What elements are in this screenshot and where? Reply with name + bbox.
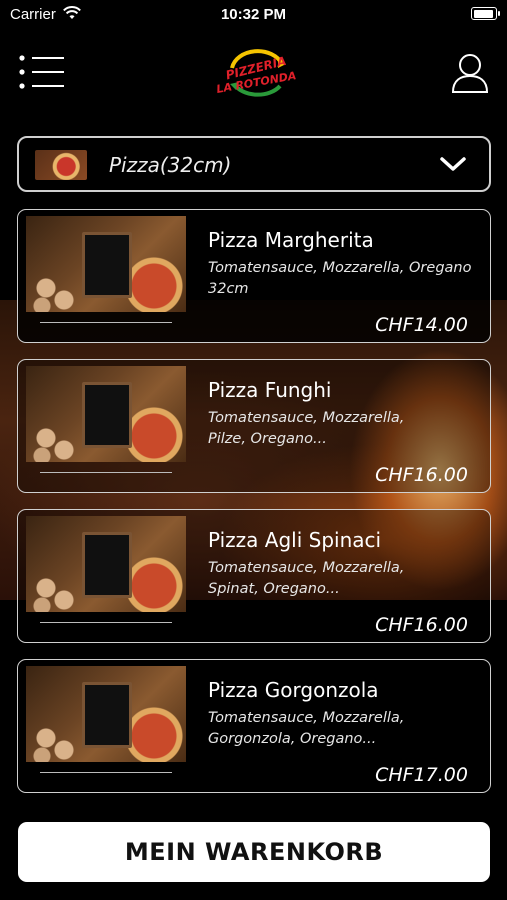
category-thumbnail xyxy=(35,150,87,180)
thumbnail-logo xyxy=(90,404,125,426)
menu-item-card[interactable]: Pizza Agli Spinaci Tomatensauce, Mozzare… xyxy=(17,509,491,643)
item-name: Pizza Margherita xyxy=(208,228,374,252)
category-label: Pizza(32cm) xyxy=(109,153,232,177)
pizzeria-logo: PIZZERIA LA ROTONDA xyxy=(215,49,297,97)
user-icon[interactable] xyxy=(451,52,489,94)
nav-bar: PIZZERIA LA ROTONDA xyxy=(0,40,507,110)
battery-icon xyxy=(471,7,500,20)
menu-item-card[interactable]: Pizza Gorgonzola Tomatensauce, Mozzarell… xyxy=(17,659,491,793)
item-price: CHF14.00 xyxy=(375,314,468,336)
item-name: Pizza Agli Spinaci xyxy=(208,528,382,552)
chevron-down-icon xyxy=(440,157,466,171)
divider xyxy=(40,622,172,623)
menu-item-card[interactable]: Pizza Funghi Tomatensauce, Mozzarella, P… xyxy=(17,359,491,493)
item-price: CHF16.00 xyxy=(375,614,468,636)
status-bar: Carrier 10:32 PM xyxy=(0,0,507,30)
pizza-thumbnail xyxy=(26,366,186,462)
status-time: 10:32 PM xyxy=(220,6,287,23)
item-description: Tomatensauce, Mozzarella, Pilze, Oregano… xyxy=(208,410,405,447)
item-price: CHF17.00 xyxy=(375,764,468,786)
divider xyxy=(40,322,172,323)
item-description: Tomatensauce, Mozzarella, Spinat, Oregan… xyxy=(208,560,405,597)
category-dropdown[interactable]: Pizza(32cm) xyxy=(17,136,491,192)
thumbnail-logo xyxy=(90,254,125,276)
thumbnail-logo xyxy=(90,704,125,726)
item-name: Pizza Funghi xyxy=(208,378,332,402)
item-price: CHF16.00 xyxy=(375,464,468,486)
item-description: Tomatensauce, Mozzarella, Oregano 32cm xyxy=(208,260,472,297)
list-menu-icon[interactable] xyxy=(18,54,66,90)
divider xyxy=(40,772,172,773)
menu-item-card[interactable]: Pizza Margherita Tomatensauce, Mozzarell… xyxy=(17,209,491,343)
pizza-thumbnail xyxy=(26,666,186,762)
pizza-thumbnail xyxy=(26,516,186,612)
pizza-thumbnail xyxy=(26,216,186,312)
cart-button[interactable]: MEIN WARENKORB xyxy=(18,822,490,882)
item-name: Pizza Gorgonzola xyxy=(208,678,379,702)
thumbnail-logo xyxy=(90,554,125,576)
divider xyxy=(40,472,172,473)
item-description: Tomatensauce, Mozzarella, Gorgonzola, Or… xyxy=(208,710,405,747)
